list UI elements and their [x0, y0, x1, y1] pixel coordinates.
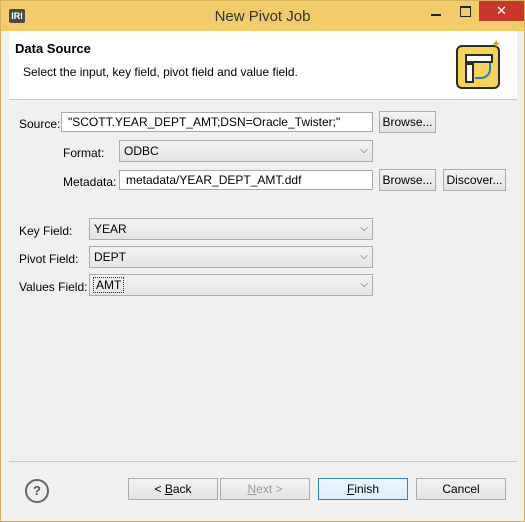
next-button[interactable]: Next >: [220, 478, 310, 500]
back-button[interactable]: < Back: [128, 478, 218, 500]
close-button[interactable]: ✕: [479, 1, 524, 21]
title-bar[interactable]: IRI New Pivot Job ✕: [1, 1, 524, 31]
page-title: Data Source: [15, 41, 91, 56]
sparkle-icon: ✦: [491, 37, 502, 51]
cancel-button[interactable]: Cancel: [416, 478, 506, 500]
minimize-button[interactable]: [419, 1, 453, 23]
metadata-label: Metadata:: [63, 175, 117, 189]
close-icon: ✕: [496, 3, 507, 18]
chevron-down-icon: ⌵: [360, 145, 368, 156]
chevron-down-icon: ⌵: [360, 251, 368, 262]
pivot-field-selected-value: DEPT: [94, 250, 127, 264]
pivot-field-select[interactable]: DEPT ⌵: [89, 246, 373, 268]
source-input[interactable]: "SCOTT.YEAR_DEPT_AMT;DSN=Oracle_Twister;…: [61, 112, 373, 132]
source-browse-button[interactable]: Browse...: [379, 111, 436, 133]
metadata-input[interactable]: metadata/YEAR_DEPT_AMT.ddf: [119, 170, 373, 190]
format-select[interactable]: ODBC ⌵: [119, 140, 373, 162]
pivot-field-label: Pivot Field:: [19, 252, 79, 266]
wizard-footer: ? < Back Next > Finish Cancel: [9, 461, 517, 520]
values-field-label: Values Field:: [19, 280, 88, 294]
chevron-down-icon: ⌵: [360, 279, 368, 290]
values-field-select[interactable]: AMT ⌵: [89, 274, 373, 296]
format-label: Format:: [63, 146, 105, 160]
format-selected-value: ODBC: [124, 144, 159, 158]
key-field-selected-value: YEAR: [94, 222, 127, 236]
metadata-browse-button[interactable]: Browse...: [379, 169, 436, 191]
finish-button[interactable]: Finish: [318, 478, 408, 500]
chevron-down-icon: ⌵: [360, 223, 368, 234]
wizard-header: Data Source Select the input, key field,…: [9, 31, 517, 100]
values-field-selected-value: AMT: [92, 277, 125, 293]
key-field-select[interactable]: YEAR ⌵: [89, 218, 373, 240]
data-source-form: Source: "SCOTT.YEAR_DEPT_AMT;DSN=Oracle_…: [9, 100, 517, 460]
page-description: Select the input, key field, pivot field…: [23, 65, 298, 79]
maximize-button[interactable]: [453, 1, 479, 23]
new-pivot-job-dialog: IRI New Pivot Job ✕ Data Source Select t…: [0, 0, 525, 522]
help-icon[interactable]: ?: [25, 479, 49, 503]
key-field-label: Key Field:: [19, 224, 73, 238]
discover-button[interactable]: Discover...: [443, 169, 506, 191]
pivot-wizard-icon: [456, 45, 500, 89]
source-label: Source:: [19, 117, 61, 131]
